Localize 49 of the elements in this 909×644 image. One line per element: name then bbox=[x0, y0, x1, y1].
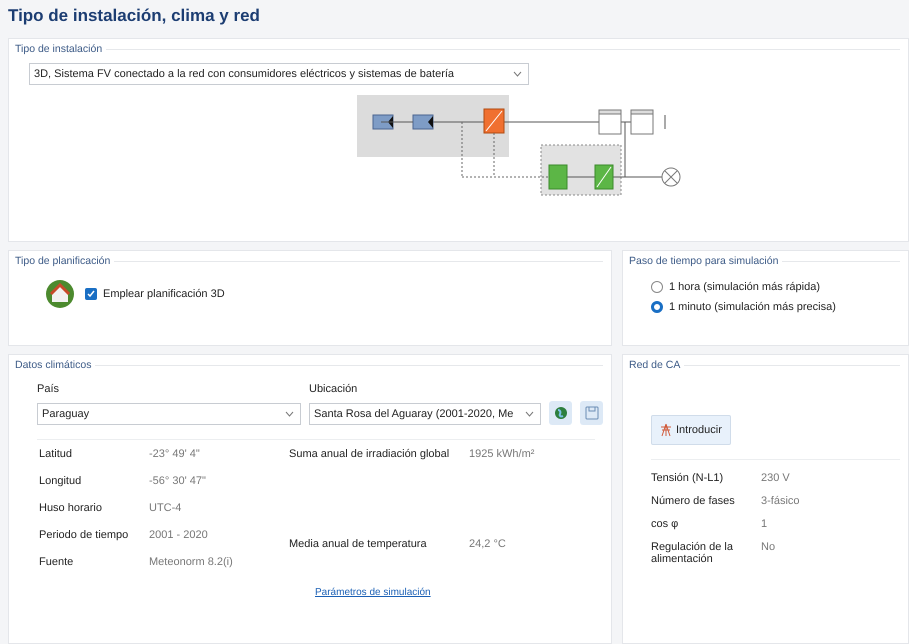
data-value: 24,2 °C bbox=[469, 538, 507, 550]
data-label: Fuente bbox=[39, 556, 74, 568]
data-label: Media anual de temperatura bbox=[289, 538, 428, 550]
chevron-icon bbox=[513, 71, 522, 77]
data-value: UTC-4 bbox=[149, 502, 182, 514]
data-value: -23° 49' 4" bbox=[149, 448, 201, 460]
radio-button[interactable] bbox=[651, 281, 663, 293]
location-dropdown[interactable]: Santa Rosa del Aguaray (2001-2020, Me bbox=[309, 403, 541, 425]
page-title: Tipo de instalación, clima y red bbox=[8, 6, 261, 26]
data-value: No bbox=[761, 541, 776, 553]
data-label: Tensión (N-L1) bbox=[651, 472, 724, 484]
chevron-icon bbox=[525, 411, 534, 417]
house-globe-icon bbox=[45, 279, 75, 309]
data-label: Periodo de tiempo bbox=[39, 529, 130, 541]
data-label: Suma anual de irradiación global bbox=[289, 448, 450, 460]
data-value: Meteonorm 8.2(i) bbox=[149, 556, 234, 568]
panel-title: Datos climáticos bbox=[15, 359, 92, 371]
data-label: Latitud bbox=[39, 448, 74, 460]
data-value: 1925 kWh/m² bbox=[469, 448, 536, 460]
checkbox-label: Emplear planificación 3D bbox=[103, 288, 225, 300]
system-type-dropdown[interactable]: 3D, Sistema FV conectado a la red con consumidores eléctricos y sistemas de batería bbox=[29, 63, 529, 85]
field-label: País bbox=[37, 383, 60, 395]
panel-title: Red de CA bbox=[629, 359, 680, 371]
country-dropdown[interactable]: Paraguay bbox=[37, 403, 301, 425]
data-label: Huso horario bbox=[39, 502, 103, 514]
data-value: 1 bbox=[761, 518, 768, 530]
radio-label: 1 minuto (simulación más precisa) bbox=[669, 301, 836, 313]
pylon-icon bbox=[660, 423, 672, 437]
data-value: 2001 - 2020 bbox=[149, 529, 209, 541]
radio-button[interactable] bbox=[651, 301, 663, 313]
radio-label: 1 hora (simulación más rápida) bbox=[669, 281, 820, 293]
data-value: 230 V bbox=[761, 472, 791, 484]
enter-button[interactable]: Introducir bbox=[651, 415, 731, 445]
data-value: -56° 30' 47" bbox=[149, 475, 207, 487]
data-value: 3-fásico bbox=[761, 495, 801, 507]
save-button[interactable] bbox=[580, 401, 603, 425]
chevron-icon bbox=[285, 411, 294, 417]
field-label: Ubicación bbox=[309, 383, 358, 395]
data-label: Regulación de la alimentación bbox=[651, 541, 734, 565]
globe-icon bbox=[554, 406, 568, 420]
simulation-parameters-link[interactable]: Parámetros de simulación bbox=[315, 587, 603, 598]
panel-title: Tipo de instalación bbox=[15, 43, 102, 55]
globe-button[interactable] bbox=[549, 401, 572, 425]
panel-title: Paso de tiempo para simulación bbox=[629, 255, 778, 267]
data-label: cos φ bbox=[651, 518, 680, 530]
checkbox[interactable] bbox=[85, 288, 97, 300]
data-label: Número de fases bbox=[651, 495, 736, 507]
data-label: Longitud bbox=[39, 475, 82, 487]
panel-title: Tipo de planificación bbox=[15, 255, 110, 267]
